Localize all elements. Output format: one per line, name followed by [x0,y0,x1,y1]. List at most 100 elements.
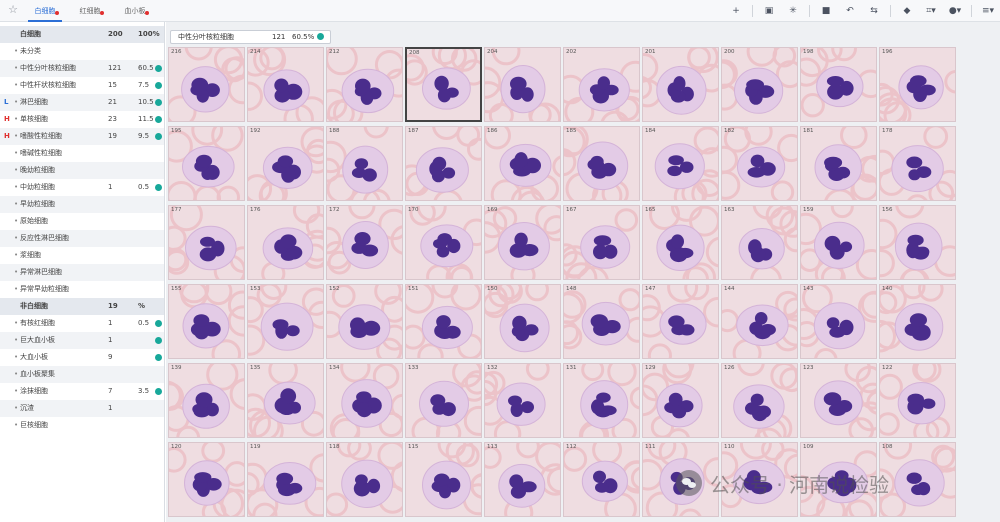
row-name: 嗜酸性粒细胞 [20,132,62,140]
cell-thumbnail[interactable]: 163 [721,205,798,280]
category-row[interactable]: • 异常淋巴细胞 [0,264,164,281]
cell-thumbnail[interactable]: 113 [484,442,561,517]
category-row[interactable]: • 有核红细胞 1 0.5 [0,315,164,332]
category-row[interactable]: • 嗜碱性粒细胞 [0,145,164,162]
cell-thumbnail[interactable]: 129 [642,363,719,438]
row-name: 原始细胞 [20,217,48,225]
cell-thumbnail[interactable]: 214 [247,47,324,122]
category-row[interactable]: • 早幼粒细胞 [0,196,164,213]
menu-icon[interactable]: ≡▾ [980,3,996,19]
cell-thumbnail[interactable]: 143 [800,284,877,359]
cell-thumbnail[interactable]: 148 [563,284,640,359]
category-row[interactable]: • 浆细胞 [0,247,164,264]
plus-icon[interactable]: + [728,3,744,19]
cell-thumbnail[interactable]: 155 [168,284,245,359]
cell-thumbnail[interactable]: 185 [563,126,640,201]
category-row[interactable]: • 沉渣 1 [0,400,164,417]
cell-thumbnail[interactable]: 195 [168,126,245,201]
star-icon[interactable]: ☆ [6,3,20,17]
category-row[interactable]: • 未分类 [0,43,164,60]
cell-thumbnail[interactable]: 152 [326,284,403,359]
crop-icon[interactable]: ⌗▾ [923,3,939,19]
asterisk-icon[interactable]: ✳ [785,3,801,19]
cell-thumbnail[interactable]: 108 [879,442,956,517]
category-header[interactable]: 白细胞 200 100% [0,26,164,43]
tab-0[interactable]: 白细胞 [28,0,62,22]
image-swap-icon[interactable]: ⇆ [866,3,882,19]
cell-thumbnail[interactable]: 159 [800,205,877,280]
category-header[interactable]: 非白细胞 19% [0,298,164,315]
cell-thumbnail[interactable]: 169 [484,205,561,280]
cell-thumbnail[interactable]: 186 [484,126,561,201]
cell-thumbnail[interactable]: 119 [247,442,324,517]
cell-thumbnail[interactable]: 134 [326,363,403,438]
cell-thumbnail[interactable]: 165 [642,205,719,280]
cell-thumbnail[interactable]: 204 [484,47,561,122]
cell-thumbnail[interactable]: 182 [721,126,798,201]
cell-thumbnail[interactable]: 196 [879,47,956,122]
cell-thumbnail[interactable]: 198 [800,47,877,122]
cell-thumbnail[interactable]: 184 [642,126,719,201]
cell-thumbnail[interactable]: 132 [484,363,561,438]
cell-thumbnail[interactable]: 167 [563,205,640,280]
category-row[interactable]: • 原始细胞 [0,213,164,230]
category-row[interactable]: • 异常早幼粒细胞 [0,281,164,298]
tab-2[interactable]: 血小板 [118,0,152,22]
save-icon[interactable]: ■ [818,3,834,19]
category-row[interactable]: • 中幼粒细胞 1 0.5 [0,179,164,196]
bullet-icon: • [14,149,19,157]
category-row[interactable]: • 大血小板 9 [0,349,164,366]
cell-thumbnail[interactable]: 123 [800,363,877,438]
copy-icon[interactable]: ▣ [761,3,777,19]
palette-icon[interactable]: ●▾ [947,3,963,19]
category-row[interactable]: H • 单核细胞 23 11.5 [0,111,164,128]
cell-thumbnail[interactable]: 187 [405,126,482,201]
cell-thumbnail[interactable]: 172 [326,205,403,280]
cell-thumbnail[interactable]: 150 [484,284,561,359]
cell-thumbnail[interactable]: 181 [800,126,877,201]
cell-thumbnail[interactable]: 126 [721,363,798,438]
category-row[interactable]: • 反应性淋巴细胞 [0,230,164,247]
category-row[interactable]: • 血小板聚集 [0,366,164,383]
cell-thumbnail[interactable]: 151 [405,284,482,359]
category-row[interactable]: H • 嗜酸性粒细胞 19 9.5 [0,128,164,145]
cell-thumbnail[interactable]: 200 [721,47,798,122]
cell-thumbnail[interactable]: 135 [247,363,324,438]
cell-thumbnail[interactable]: 212 [326,47,403,122]
cell-thumbnail[interactable]: 208 [405,47,482,122]
cell-thumbnail[interactable]: 156 [879,205,956,280]
category-row[interactable]: • 晚幼粒细胞 [0,162,164,179]
cell-thumbnail[interactable]: 202 [563,47,640,122]
category-row[interactable]: • 中性杆状核粒细胞 15 7.5 [0,77,164,94]
cell-thumbnail[interactable]: 153 [247,284,324,359]
cell-thumbnail[interactable]: 112 [563,442,640,517]
cell-thumbnail[interactable]: 192 [247,126,324,201]
category-row[interactable]: • 巨大血小板 1 [0,332,164,349]
cell-thumbnail[interactable]: 201 [642,47,719,122]
cell-thumbnail[interactable]: 120 [168,442,245,517]
cell-thumbnail[interactable]: 177 [168,205,245,280]
cell-image [880,65,955,121]
cell-thumbnail[interactable]: 176 [247,205,324,280]
cell-thumbnail[interactable]: 118 [326,442,403,517]
cell-thumbnail[interactable]: 131 [563,363,640,438]
cell-thumbnail[interactable]: 139 [168,363,245,438]
undo-icon[interactable]: ↶ [842,3,858,19]
category-row[interactable]: L • 淋巴细胞 21 10.5 [0,94,164,111]
cell-thumbnail[interactable]: 122 [879,363,956,438]
tab-1[interactable]: 红细胞 [73,0,107,22]
bookmark-icon[interactable]: ◆ [899,3,915,19]
cell-thumbnail[interactable]: 144 [721,284,798,359]
cell-thumbnail[interactable]: 188 [326,126,403,201]
cell-thumbnail[interactable]: 133 [405,363,482,438]
category-row[interactable]: • 涂抹细胞 7 3.5 [0,383,164,400]
cell-thumbnail[interactable]: 147 [642,284,719,359]
cell-thumbnail[interactable]: 140 [879,284,956,359]
cell-thumbnail[interactable]: 170 [405,205,482,280]
category-row[interactable]: • 中性分叶核粒细胞 121 60.5 [0,60,164,77]
category-row[interactable]: • 巨核细胞 [0,417,164,434]
cell-thumbnail[interactable]: 178 [879,126,956,201]
cell-thumbnail[interactable]: 216 [168,47,245,122]
selected-class-box[interactable]: 中性分叶核粒细胞 121 60.5% [170,30,331,44]
cell-thumbnail[interactable]: 115 [405,442,482,517]
